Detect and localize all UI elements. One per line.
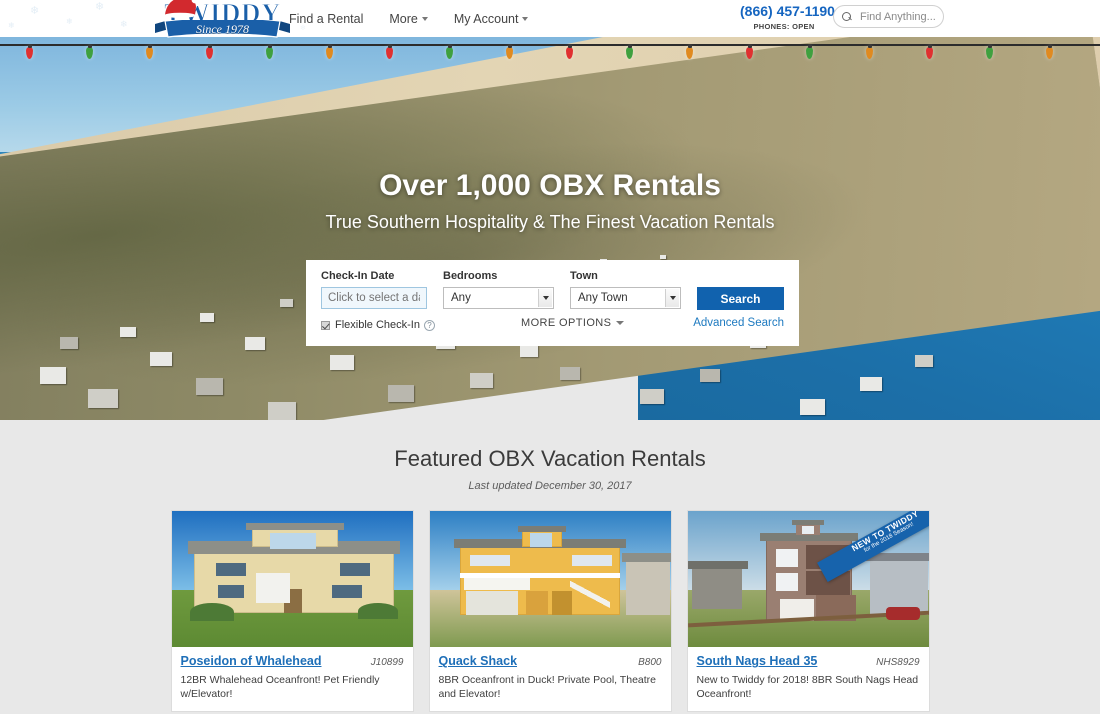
- rental-card[interactable]: Quack Shack B800 8BR Oceanfront in Duck!…: [428, 510, 672, 712]
- logo-tagline: Since 1978: [196, 22, 249, 36]
- checkin-field: Check-In Date: [321, 270, 427, 310]
- search-options-row: Flexible Check-In ? MORE OPTIONS Advance…: [321, 317, 784, 333]
- bedrooms-value: Any: [451, 292, 471, 305]
- hero-subheadline: True Southern Hospitality & The Finest V…: [325, 212, 775, 232]
- featured-subtitle: Last updated December 30, 2017: [468, 480, 632, 493]
- photo-window: [571, 555, 612, 567]
- main-nav: Find a Rental More My Account: [289, 0, 529, 37]
- photo-neighbor-house: [691, 567, 742, 610]
- photo-car: [885, 607, 920, 621]
- featured-section: Featured OBX Vacation Rentals Last updat…: [0, 420, 1100, 714]
- phone-number[interactable]: (866) 457-1190: [740, 3, 835, 21]
- phone-status: PHONES: OPEN: [753, 21, 815, 31]
- photo-gable-roof: [245, 523, 344, 531]
- photo-window: [215, 563, 246, 577]
- rental-description: 12BR Whalehead Oceanfront! Pet Friendly …: [180, 673, 380, 701]
- chevron-down-icon[interactable]: [665, 289, 679, 308]
- phone-block: (866) 457-1190 PHONES: OPEN: [740, 3, 835, 31]
- chevron-down-icon[interactable]: [538, 289, 552, 308]
- photo-window: [339, 563, 370, 577]
- search-button[interactable]: Search: [697, 287, 784, 310]
- search-input[interactable]: [858, 9, 946, 24]
- hero-copy: Over 1,000 OBX Rentals True Southern Hos…: [0, 168, 1100, 234]
- bedrooms-label: Bedrooms: [443, 270, 498, 282]
- more-options-toggle[interactable]: MORE OPTIONS: [521, 317, 625, 329]
- photo-dormer-roof: [791, 520, 824, 526]
- chevron-down-icon: [522, 17, 529, 22]
- rental-title-link[interactable]: South Nags Head 35: [697, 653, 818, 669]
- rental-info: South Nags Head 35 NHS8929 New to Twiddy…: [688, 647, 929, 710]
- town-select[interactable]: Any Town: [570, 287, 681, 310]
- photo-window: [217, 585, 244, 599]
- question-mark-icon[interactable]: ?: [423, 319, 435, 331]
- nav-item-more[interactable]: More: [389, 11, 428, 26]
- photo-window: [469, 555, 510, 567]
- photo-porch: [255, 573, 290, 604]
- photo-window: [529, 533, 552, 548]
- photo-neighbor-roof: [687, 561, 748, 570]
- flexible-checkin-label: Flexible Check-In: [335, 319, 420, 331]
- rental-title-link[interactable]: Quack Shack: [439, 653, 518, 669]
- rental-photo: [171, 511, 413, 648]
- photo-shrub: [357, 603, 398, 620]
- rental-card[interactable]: NEW TO TWIDDY for the 2018 Season! South…: [686, 510, 930, 712]
- rental-photo: NEW TO TWIDDY for the 2018 Season!: [687, 511, 929, 648]
- rental-header: Poseidon of Whalehead J10899: [181, 653, 404, 669]
- rental-info: Poseidon of Whalehead J10899 12BR Whaleh…: [172, 647, 413, 710]
- nav-item-find-a-rental[interactable]: Find a Rental: [289, 12, 363, 26]
- photo-window: [331, 585, 362, 599]
- rental-photo: [429, 511, 671, 648]
- site-header: ❄ ❄ ❄ ❄ ❄ ❄ TWIDDY Since 1978 Find a Ren…: [0, 0, 1100, 38]
- photo-neighbor-house: [625, 559, 670, 616]
- town-field: Town Any Town: [570, 270, 681, 310]
- photo-neighbor-roof: [621, 553, 671, 563]
- hero-banner: Over 1,000 OBX Rentals True Southern Hos…: [0, 37, 1100, 420]
- rental-code: B800: [638, 657, 662, 669]
- rental-card[interactable]: Poseidon of Whalehead J10899 12BR Whaleh…: [170, 510, 414, 712]
- chevron-down-icon: [421, 17, 428, 22]
- site-search[interactable]: [833, 5, 946, 28]
- rental-header: South Nags Head 35 NHS8929: [697, 653, 920, 669]
- photo-window: [801, 526, 814, 535]
- rental-code: NHS8929: [876, 657, 920, 669]
- more-options-label: MORE OPTIONS: [521, 317, 612, 329]
- rental-title-link[interactable]: Poseidon of Whalehead: [181, 653, 322, 669]
- nav-label: More: [389, 11, 418, 26]
- hero-headline: Over 1,000 OBX Rentals: [379, 169, 721, 202]
- nav-label: My Account: [453, 11, 519, 26]
- rental-description: New to Twiddy for 2018! 8BR South Nags H…: [696, 673, 919, 701]
- search-fields-row: Check-In Date Bedrooms Any Town Any Town…: [321, 270, 784, 310]
- photo-deck: [463, 578, 530, 591]
- chevron-down-icon: [616, 321, 625, 326]
- featured-title: Featured OBX Vacation Rentals: [394, 446, 706, 471]
- featured-cards: Poseidon of Whalehead J10899 12BR Whaleh…: [0, 510, 1100, 712]
- rental-header: Quack Shack B800: [439, 653, 662, 669]
- nav-label: Find a Rental: [289, 11, 364, 26]
- photo-window: [775, 549, 798, 568]
- rental-code: J10899: [370, 657, 404, 669]
- flexible-checkin-checkbox[interactable]: [321, 320, 330, 330]
- checkin-label: Check-In Date: [321, 270, 395, 282]
- rental-description: 8BR Oceanfront in Duck! Private Pool, Th…: [438, 673, 657, 701]
- photo-shrub: [189, 603, 234, 622]
- photo-window: [775, 573, 798, 592]
- checkin-date-input[interactable]: [321, 287, 427, 310]
- search-icon: [842, 11, 852, 22]
- photo-stairs: [569, 575, 610, 616]
- photo-garage-door: [551, 591, 572, 616]
- photo-window: [269, 533, 316, 550]
- site-logo[interactable]: TWIDDY Since 1978: [155, 0, 290, 46]
- town-label: Town: [570, 270, 598, 282]
- santa-hat-icon: [164, 0, 198, 18]
- advanced-search-link[interactable]: Advanced Search: [693, 317, 784, 329]
- town-value: Any Town: [578, 292, 628, 305]
- search-panel: Check-In Date Bedrooms Any Town Any Town…: [306, 260, 799, 346]
- rental-info: Quack Shack B800 8BR Oceanfront in Duck!…: [430, 647, 671, 710]
- photo-gable-roof: [517, 526, 566, 533]
- bedrooms-field: Bedrooms Any: [443, 270, 554, 310]
- photo-garage-door: [525, 591, 548, 616]
- nav-item-my-account[interactable]: My Account: [454, 12, 529, 26]
- bedrooms-select[interactable]: Any: [443, 287, 554, 310]
- photo-lattice: [465, 591, 518, 616]
